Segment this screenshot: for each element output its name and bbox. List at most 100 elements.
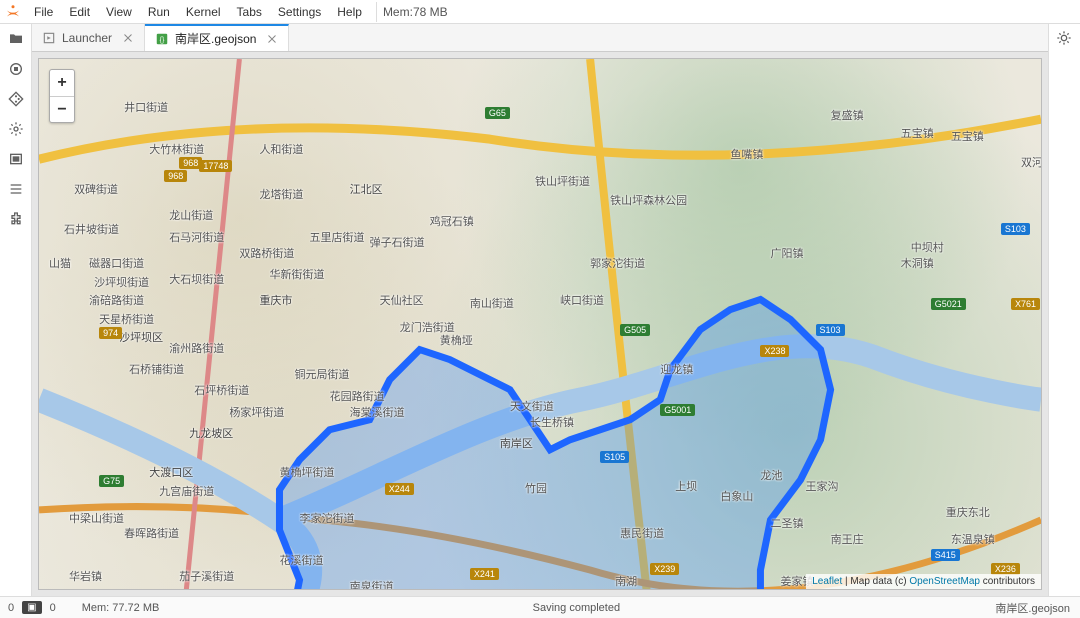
road-shield: X239 (650, 563, 679, 575)
menu-settings[interactable]: Settings (270, 2, 329, 22)
map-label: 天仙社区 (380, 292, 424, 308)
map-label: 二圣镇 (770, 515, 803, 531)
map-label: 春晖路街道 (124, 525, 179, 541)
map-label: 中坝村 (911, 239, 944, 255)
status-pill-icon: ▣ (22, 601, 41, 614)
road-shield: S103 (1001, 223, 1030, 235)
map-label: 华新街街道 (269, 266, 324, 282)
osm-link[interactable]: OpenStreetMap (909, 576, 980, 587)
jupyter-logo (4, 3, 22, 21)
map-label: 花园路街道 (330, 388, 385, 404)
map-label: 杨家坪街道 (229, 404, 284, 420)
tab-label: 南岸区.geojson (175, 30, 256, 47)
zoom-in-button[interactable]: + (50, 70, 74, 96)
road-shield: S415 (931, 549, 960, 561)
map-label: 白象山 (720, 488, 753, 504)
road-shield: X761 (1011, 298, 1040, 310)
map-label: 大竹林街道 (149, 141, 204, 157)
map-label: 上坝 (675, 478, 697, 494)
running-icon[interactable] (7, 60, 25, 78)
folder-icon[interactable] (7, 30, 25, 48)
map-label: 重庆东北 (946, 504, 990, 520)
map-label: 峡口街道 (560, 292, 604, 308)
map-label: 石桥铺街道 (129, 361, 184, 377)
map-label: 铁山坪街道 (535, 173, 590, 189)
road-shield: 968 (164, 170, 187, 182)
menu-view[interactable]: View (98, 2, 140, 22)
road-shield: 974 (99, 327, 122, 339)
map-attribution: Leaflet | Map data (c) OpenStreetMap con… (806, 574, 1041, 589)
tab-label: Launcher (62, 31, 112, 45)
map-label: 渝碚路街道 (89, 292, 144, 308)
map-label: 花溪街道 (279, 552, 323, 568)
map-label: 大渡口区 (149, 464, 193, 480)
map-label: 迎龙镇 (660, 361, 693, 377)
map-label: 人和街道 (259, 141, 303, 157)
map-label: 华岩镇 (69, 568, 102, 584)
status-left-b: 0 (50, 602, 56, 614)
map-label: 南泉街道 (350, 578, 394, 590)
zoom-control: + − (49, 69, 75, 123)
map-label: 弹子石街道 (370, 234, 425, 250)
property-inspector-icon[interactable] (1056, 30, 1074, 48)
map-label: 竹园 (525, 480, 547, 496)
map-label: 磁器口街道 (89, 255, 144, 271)
menu-kernel[interactable]: Kernel (178, 2, 229, 22)
status-bar: 0 ▣ 0 Mem: 77.72 MB Saving completed 南岸区… (0, 596, 1080, 618)
map-label: 广阳镇 (770, 245, 803, 261)
gear-icon[interactable] (7, 120, 25, 138)
map-label: 复盛镇 (831, 107, 864, 123)
git-icon[interactable] (7, 90, 25, 108)
tab-geojson[interactable]: {} 南岸区.geojson (145, 24, 289, 51)
map-label: 石马河街道 (169, 229, 224, 245)
tabs-icon[interactable] (7, 150, 25, 168)
map-label: 铜元局街道 (295, 366, 350, 382)
tab-launcher[interactable]: Launcher (32, 24, 145, 51)
road-shield: 17748 (199, 160, 232, 172)
map-label: 大石坝街道 (169, 271, 224, 287)
road-shield: S103 (816, 324, 845, 336)
leaflet-map[interactable]: + − 井口街道大竹林街道人和街道双碑街道龙塔街道龙山街道石马河街道石井坡街道磁… (38, 58, 1042, 590)
leaflet-link[interactable]: Leaflet (812, 576, 842, 587)
map-label: 石井坡街道 (64, 221, 119, 237)
memory-indicator-bottom: Mem: 77.72 MB (82, 602, 160, 614)
map-label: 双河口 (1021, 154, 1042, 170)
road-shield: X244 (385, 483, 414, 495)
map-label: 龙山街道 (169, 207, 213, 223)
map-label: 海棠溪街道 (350, 404, 405, 420)
menu-help[interactable]: Help (329, 2, 370, 22)
road-shield: S105 (600, 451, 629, 463)
zoom-out-button[interactable]: − (50, 96, 74, 122)
svg-text:{}: {} (160, 36, 165, 43)
map-label: 南湖 (615, 573, 637, 589)
map-label: 五宝镇 (951, 128, 984, 144)
map-label: 九宫庙街道 (159, 483, 214, 499)
road-shield: G5021 (931, 298, 966, 310)
road-shield: G505 (620, 324, 650, 336)
menu-run[interactable]: Run (140, 2, 178, 22)
map-label: 九龙坡区 (189, 425, 233, 441)
map-label: 天文街道 (510, 398, 554, 414)
menu-edit[interactable]: Edit (61, 2, 98, 22)
road-shield: G5001 (660, 404, 695, 416)
map-label: 中梁山街道 (69, 510, 124, 526)
menu-tabs[interactable]: Tabs (229, 2, 270, 22)
road-shield: X236 (991, 563, 1020, 575)
extension-icon[interactable] (7, 210, 25, 228)
map-label: 木洞镇 (901, 255, 934, 271)
toc-icon[interactable] (7, 180, 25, 198)
map-label: 井口街道 (124, 99, 168, 115)
road-shield: G65 (485, 107, 510, 119)
map-label: 双路桥街道 (239, 245, 294, 261)
status-left-a: 0 (8, 602, 14, 614)
left-activity-bar (0, 24, 32, 596)
map-label: 茄子溪街道 (179, 568, 234, 584)
close-icon[interactable] (122, 32, 134, 44)
geojson-viewer: + − 井口街道大竹林街道人和街道双碑街道龙塔街道龙山街道石马河街道石井坡街道磁… (32, 52, 1048, 596)
close-icon[interactable] (266, 33, 278, 45)
map-label: 渝州路街道 (169, 340, 224, 356)
menu-file[interactable]: File (26, 2, 61, 22)
map-label: 南山街道 (470, 295, 514, 311)
map-label: 重庆市 (259, 292, 292, 308)
map-label: 龙塔街道 (259, 186, 303, 202)
